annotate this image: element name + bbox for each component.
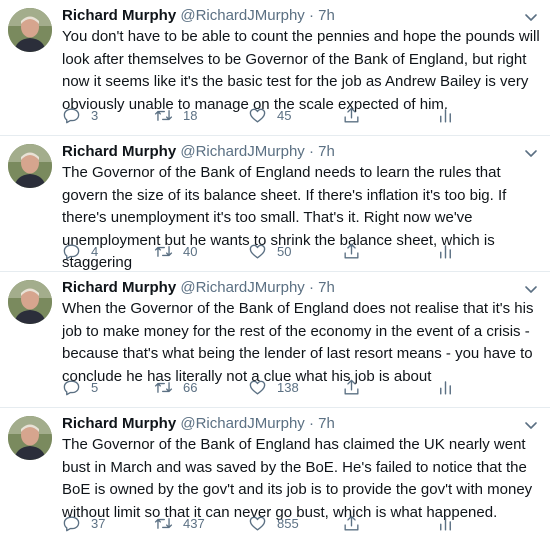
- like-button[interactable]: 138: [248, 376, 299, 398]
- tweet[interactable]: Richard Murphy @RichardJMurphy · 7h The …: [0, 408, 550, 539]
- author-handle[interactable]: @RichardJMurphy: [180, 279, 304, 296]
- tweet-feed: Richard Murphy @RichardJMurphy · 7h You …: [0, 0, 550, 539]
- like-button[interactable]: 855: [248, 512, 299, 534]
- share-icon: [344, 243, 359, 259]
- retweet-count: 18: [183, 107, 198, 123]
- author-name[interactable]: Richard Murphy: [62, 415, 176, 432]
- tweet[interactable]: Richard Murphy @RichardJMurphy · 7h The …: [0, 136, 550, 272]
- retweet-icon: [154, 517, 173, 529]
- author-name[interactable]: Richard Murphy: [62, 143, 176, 160]
- tweet-actions: 3 18 45: [62, 104, 482, 126]
- avatar[interactable]: [8, 416, 52, 460]
- reply-icon: [63, 515, 80, 531]
- analytics-icon: [440, 108, 451, 123]
- share-icon: [344, 379, 359, 395]
- tweet-header: Richard Murphy @RichardJMurphy · 7h: [62, 142, 520, 162]
- author-name[interactable]: Richard Murphy: [62, 7, 176, 24]
- reply-icon: [63, 107, 80, 123]
- retweet-icon: [154, 109, 173, 121]
- tweet-actions: 4 40 50: [62, 240, 482, 262]
- chevron-down-icon[interactable]: [522, 416, 540, 434]
- avatar[interactable]: [8, 144, 52, 188]
- heart-icon: [249, 380, 266, 395]
- reply-count: 5: [91, 379, 99, 395]
- like-button[interactable]: 50: [248, 240, 291, 262]
- tweet-header: Richard Murphy @RichardJMurphy · 7h: [62, 278, 520, 298]
- retweet-icon: [154, 381, 173, 393]
- like-button[interactable]: 45: [248, 104, 291, 126]
- retweet-button[interactable]: 40: [154, 240, 197, 262]
- like-count: 138: [277, 379, 299, 395]
- chevron-down-icon[interactable]: [522, 144, 540, 162]
- share-button[interactable]: [342, 512, 361, 534]
- tweet-text: When the Governor of the Bank of England…: [62, 300, 534, 385]
- analytics-button[interactable]: [436, 240, 455, 262]
- heart-icon: [249, 516, 266, 531]
- timestamp[interactable]: 7h: [318, 279, 335, 296]
- analytics-icon: [440, 516, 451, 531]
- tweet-text: You don't have to be able to count the p…: [62, 28, 540, 113]
- analytics-button[interactable]: [436, 376, 455, 398]
- avatar[interactable]: [8, 280, 52, 324]
- analytics-button[interactable]: [436, 104, 455, 126]
- tweet-header: Richard Murphy @RichardJMurphy · 7h: [62, 414, 520, 434]
- tweet-text: The Governor of the Bank of England has …: [62, 436, 533, 521]
- tweet[interactable]: Richard Murphy @RichardJMurphy · 7h You …: [0, 0, 550, 136]
- reply-count: 3: [91, 107, 99, 123]
- reply-button[interactable]: 37: [62, 512, 105, 534]
- heart-icon: [249, 244, 266, 259]
- tweet[interactable]: Richard Murphy @RichardJMurphy · 7h When…: [0, 272, 550, 408]
- reply-count: 4: [91, 243, 99, 259]
- reply-icon: [63, 243, 80, 259]
- author-handle[interactable]: @RichardJMurphy: [180, 143, 304, 160]
- tweet-header: Richard Murphy @RichardJMurphy · 7h: [62, 6, 520, 26]
- share-button[interactable]: [342, 104, 361, 126]
- separator-dot: ·: [308, 415, 314, 432]
- share-button[interactable]: [342, 240, 361, 262]
- chevron-down-icon[interactable]: [522, 8, 540, 26]
- analytics-button[interactable]: [436, 512, 455, 534]
- retweet-button[interactable]: 437: [154, 512, 205, 534]
- share-button[interactable]: [342, 376, 361, 398]
- timestamp[interactable]: 7h: [318, 7, 335, 24]
- like-count: 855: [277, 515, 299, 531]
- retweet-button[interactable]: 18: [154, 104, 197, 126]
- tweet-actions: 37 437 855: [62, 512, 482, 534]
- separator-dot: ·: [308, 143, 314, 160]
- retweet-count: 437: [183, 515, 205, 531]
- author-name[interactable]: Richard Murphy: [62, 279, 176, 296]
- reply-button[interactable]: 4: [62, 240, 98, 262]
- reply-icon: [63, 379, 80, 395]
- timestamp[interactable]: 7h: [318, 143, 335, 160]
- separator-dot: ·: [308, 7, 314, 24]
- like-count: 45: [277, 107, 292, 123]
- retweet-count: 40: [183, 243, 198, 259]
- tweet-actions: 5 66 138: [62, 376, 482, 398]
- retweet-icon: [154, 245, 173, 257]
- heart-icon: [249, 108, 266, 123]
- avatar[interactable]: [8, 8, 52, 52]
- author-handle[interactable]: @RichardJMurphy: [180, 7, 304, 24]
- analytics-icon: [440, 244, 451, 259]
- retweet-count: 66: [183, 379, 198, 395]
- analytics-icon: [440, 380, 451, 395]
- separator-dot: ·: [308, 279, 314, 296]
- author-handle[interactable]: @RichardJMurphy: [180, 415, 304, 432]
- reply-button[interactable]: 5: [62, 376, 98, 398]
- timestamp[interactable]: 7h: [318, 415, 335, 432]
- chevron-down-icon[interactable]: [522, 280, 540, 298]
- retweet-button[interactable]: 66: [154, 376, 197, 398]
- reply-button[interactable]: 3: [62, 104, 98, 126]
- share-icon: [344, 107, 359, 123]
- reply-count: 37: [91, 515, 106, 531]
- share-icon: [344, 515, 359, 531]
- like-count: 50: [277, 243, 292, 259]
